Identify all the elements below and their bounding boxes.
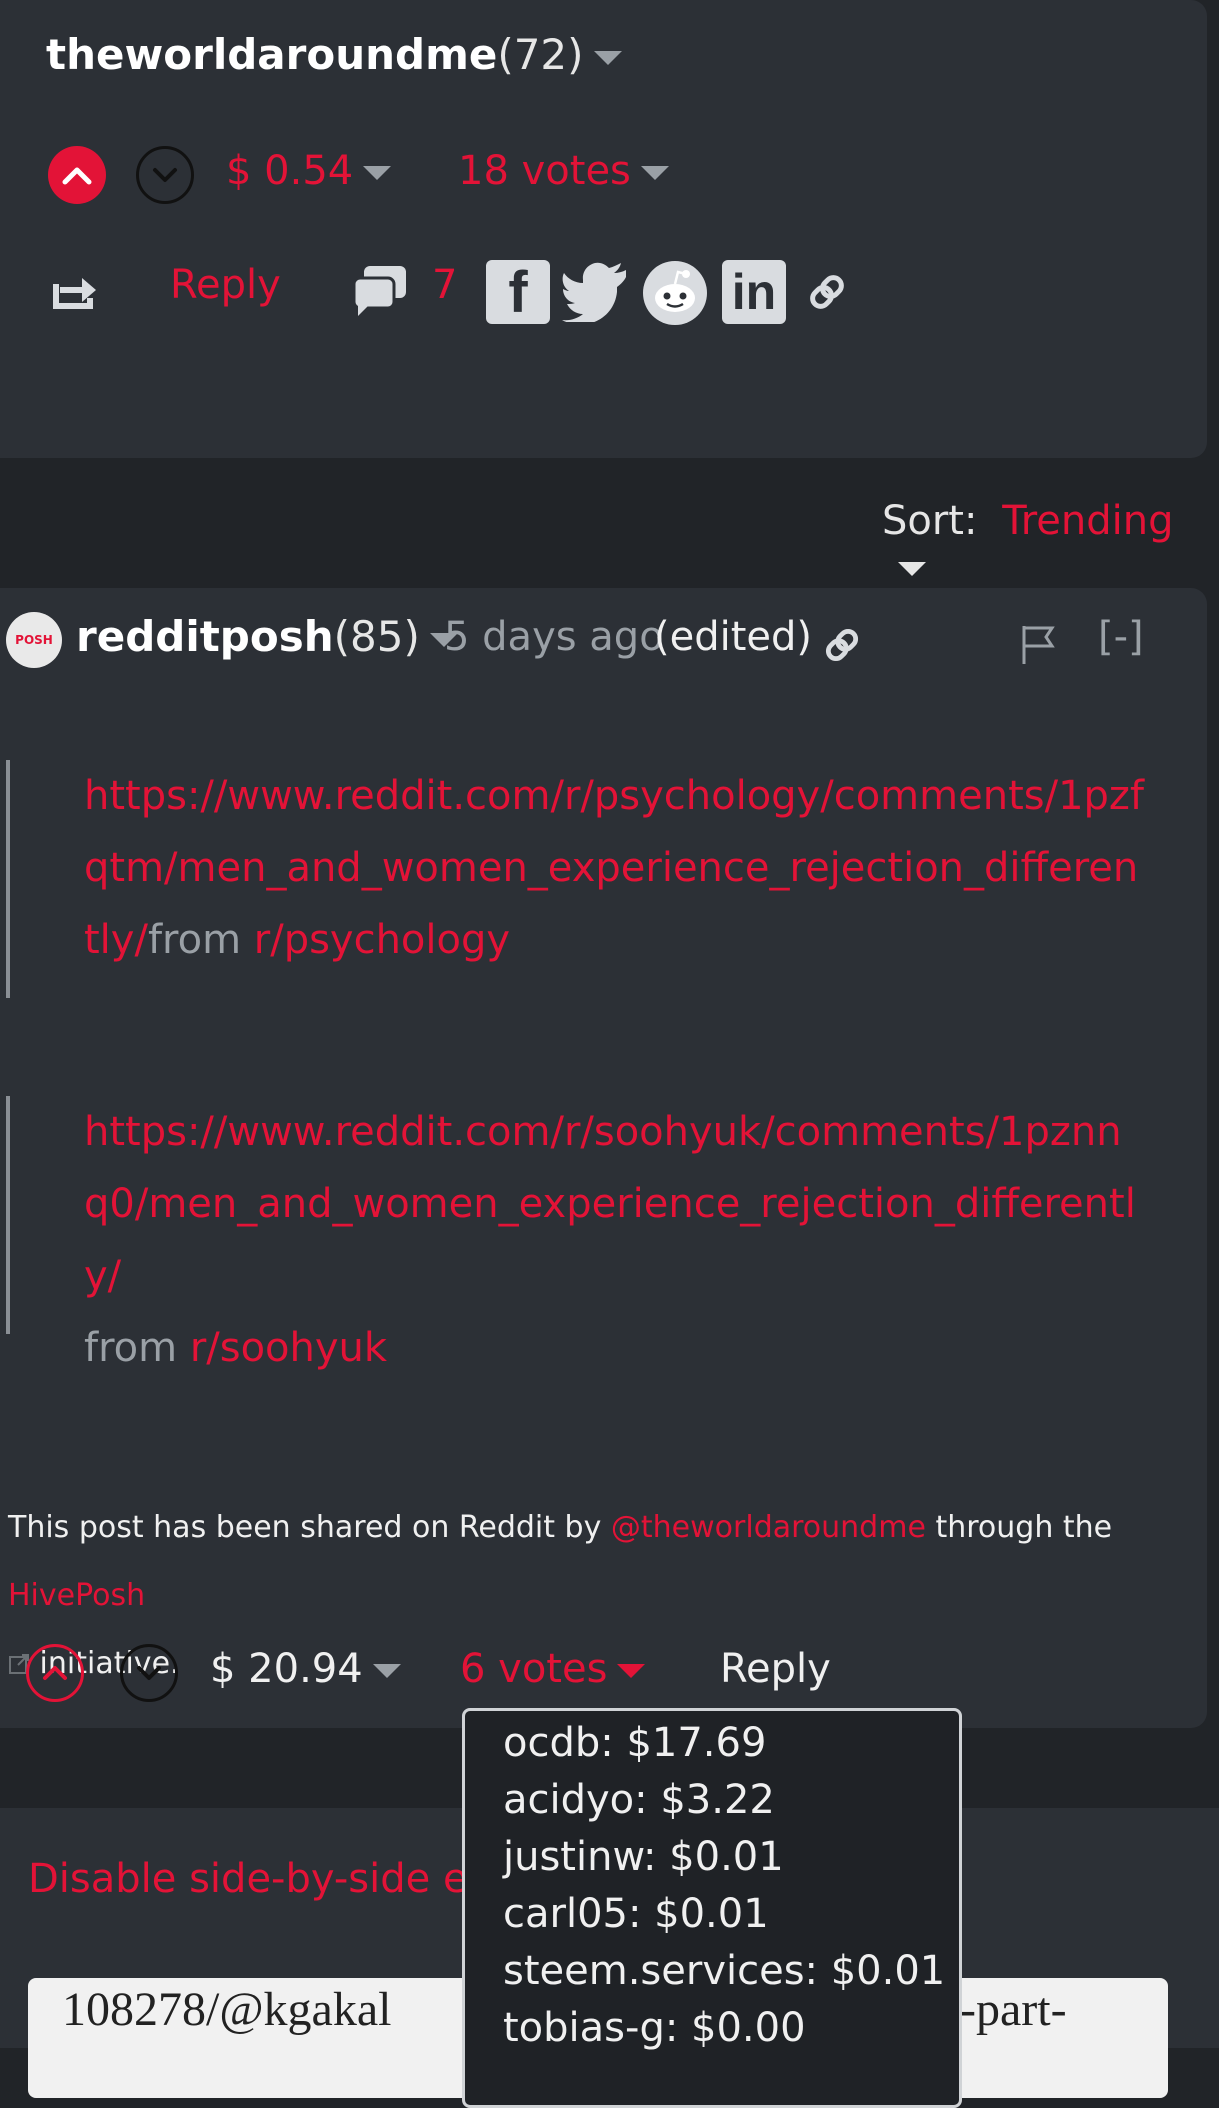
blockquote-2: https://www.reddit.com/r/soohyuk/comment… <box>6 1096 1144 1371</box>
voter-entry: ocdb: $17.69 <box>503 1720 767 1766</box>
downvote-button[interactable] <box>120 1644 178 1702</box>
reblog-icon <box>53 278 96 309</box>
permalink-button[interactable] <box>822 622 862 672</box>
author-reputation: (72) <box>497 30 584 79</box>
comment-author[interactable]: theworldaroundme(72) <box>46 30 622 79</box>
editor-content-left: 108278/@kgakal <box>62 1983 392 2036</box>
linkedin-share-button[interactable]: in <box>722 260 786 324</box>
reddit-icon <box>643 261 707 325</box>
mention-link[interactable]: @theworldaroundme <box>611 1510 926 1545</box>
link-icon <box>810 275 844 309</box>
comments-icon <box>352 266 406 316</box>
reddit-link-2[interactable]: https://www.reddit.com/r/soohyuk/comment… <box>84 1109 1136 1299</box>
sort-label: Sort: <box>882 498 978 544</box>
facebook-share-button[interactable]: f <box>486 259 550 325</box>
upvote-button[interactable] <box>48 146 106 204</box>
link-icon <box>825 628 859 662</box>
comment-timestamp[interactable]: 5 days ago <box>444 614 664 660</box>
author-menu-caret[interactable] <box>593 50 622 65</box>
payout-caret <box>363 166 392 180</box>
votes-caret <box>640 166 669 180</box>
permalink-button[interactable] <box>806 268 848 320</box>
payout-dropdown[interactable]: $ 0.54 <box>226 148 392 194</box>
flag-icon <box>1022 626 1055 664</box>
twitter-icon <box>562 262 626 325</box>
reply-author[interactable]: redditposh(85) <box>76 612 458 661</box>
side-by-side-toggle[interactable]: Disable side-by-side ed <box>28 1856 493 1902</box>
author-name[interactable]: redditposh <box>76 612 334 661</box>
reblog-button[interactable] <box>50 268 102 316</box>
chevron-up-icon <box>43 1666 67 1680</box>
subreddit-link-1[interactable]: r/psychology <box>254 917 510 963</box>
upvote-button[interactable] <box>26 1644 84 1702</box>
sort-value[interactable]: Trending <box>1002 498 1173 544</box>
comment-count[interactable]: 7 <box>432 262 457 308</box>
facebook-icon: f <box>508 259 528 325</box>
sort-caret[interactable] <box>898 562 926 576</box>
chevron-down-icon <box>137 1666 161 1680</box>
sort-selector[interactable]: Sort: Trending <box>882 498 1219 590</box>
comments-button[interactable] <box>350 262 410 322</box>
twitter-share-button[interactable] <box>562 262 630 326</box>
quote-from-1: from <box>147 917 242 963</box>
payout-dropdown[interactable]: $ 20.94 <box>210 1646 401 1692</box>
author-reputation: (85) <box>333 612 420 661</box>
votes-count: 6 votes <box>460 1646 608 1692</box>
reply-link[interactable]: Reply <box>170 262 281 308</box>
top-comment-card: theworldaroundme(72) $ 0.54 18 votes Rep… <box>0 0 1207 458</box>
reply-comment-card: POSH redditposh(85) 5 days ago (edited) … <box>0 588 1207 1728</box>
voters-tooltip: ocdb: $17.69 acidyo: $3.22 justinw: $0.0… <box>462 1708 962 2108</box>
votes-dropdown[interactable]: 6 votes <box>460 1646 646 1692</box>
reply-link[interactable]: Reply <box>720 1646 831 1692</box>
quote-from-2: from <box>84 1325 178 1371</box>
hiveposh-link[interactable]: HivePosh <box>8 1578 145 1613</box>
payout-caret <box>372 1664 401 1678</box>
votes-caret <box>617 1664 646 1678</box>
blockquote-1: https://www.reddit.com/r/psychology/comm… <box>6 760 1144 998</box>
flag-button[interactable] <box>1018 622 1058 670</box>
avatar[interactable]: POSH <box>6 612 62 668</box>
voter-entry: acidyo: $3.22 <box>503 1777 775 1823</box>
editor-content-right: -part- <box>960 1983 1067 2036</box>
notice-prefix: This post has been shared on Reddit by <box>8 1510 602 1545</box>
voter-entry: carl05: $0.01 <box>503 1891 769 1937</box>
reddit-link-1[interactable]: https://www.reddit.com/r/psychology/comm… <box>84 773 1144 963</box>
subreddit-link-2[interactable]: r/soohyuk <box>190 1325 387 1371</box>
payout-value: $ 0.54 <box>226 148 354 194</box>
payout-value: $ 20.94 <box>210 1646 363 1692</box>
author-name[interactable]: theworldaroundme <box>46 30 497 79</box>
linkedin-icon: in <box>731 264 777 320</box>
downvote-button[interactable] <box>136 146 194 204</box>
edited-label: (edited) <box>654 614 813 660</box>
notice-middle: through the <box>935 1510 1113 1545</box>
votes-count: 18 votes <box>458 148 631 194</box>
chevron-down-icon <box>153 168 177 182</box>
voter-entry: tobias-g: $0.00 <box>503 2005 806 2051</box>
avatar-text: POSH <box>15 633 53 647</box>
votes-dropdown[interactable]: 18 votes <box>458 148 669 194</box>
collapse-toggle[interactable]: [-] <box>1098 614 1144 660</box>
reddit-share-button[interactable] <box>642 260 708 330</box>
chevron-up-icon <box>62 167 92 185</box>
voter-entry: justinw: $0.01 <box>503 1834 784 1880</box>
voter-entry: steem.services: $0.01 <box>503 1948 946 1994</box>
